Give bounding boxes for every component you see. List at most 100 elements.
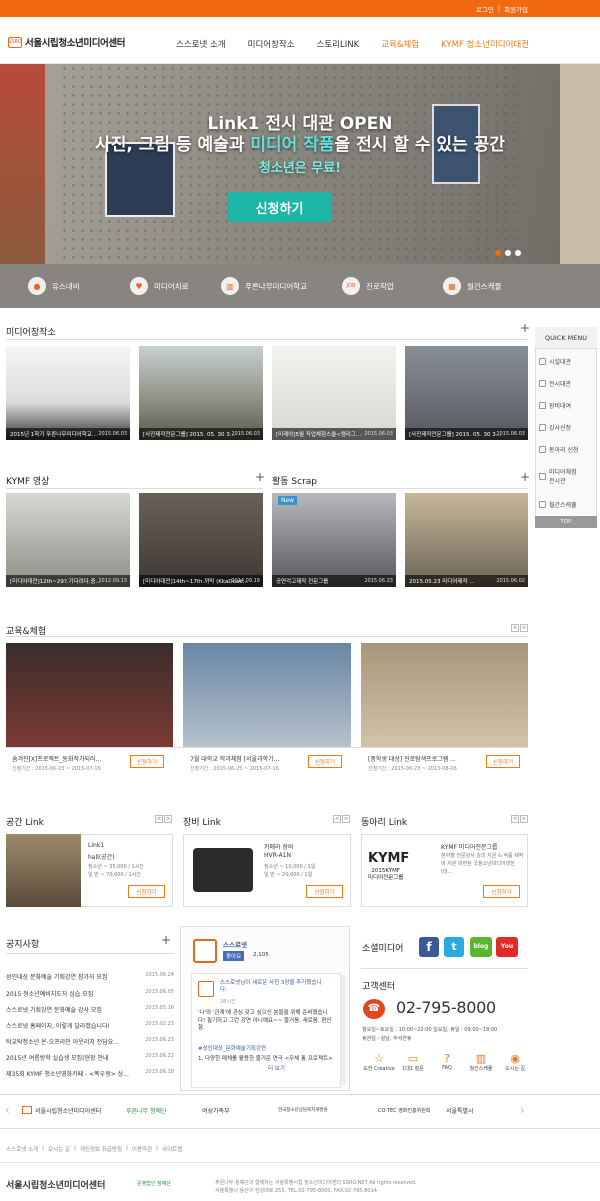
notice-row[interactable]: 스스로넷 기획강연 문화예술 강사 모집 2015.05.16 — [6, 1005, 174, 1014]
notice-row[interactable]: 제35회 KYMF 청소년영화카페 - <폭우왕> 상... 2015.06.18 — [6, 1069, 174, 1078]
qna-link[interactable]: ▭ 1대1 질문 — [396, 1052, 430, 1072]
education-item-title-1[interactable]: 숨겨진[X]프로젝트_동화작가되러... — [12, 754, 130, 763]
education-next[interactable]: > — [520, 624, 528, 632]
space-link-apply[interactable]: 신청하기 — [128, 885, 165, 898]
media-lab-thumb-4[interactable]: [사진제작전문그룹] 2015. 05. 30 3... 2015.06.03 — [405, 346, 528, 440]
top-links: 로그인 | 회원가입 — [475, 4, 528, 14]
nav-kymf[interactable]: KYMF 청소년미디어대전 — [441, 38, 529, 50]
partner-kyci[interactable]: 한국청소년상담복지개발원 — [278, 1101, 328, 1119]
equip-prev[interactable]: < — [333, 815, 341, 823]
nav-about[interactable]: 스스로넷 소개 — [176, 38, 226, 50]
quick-youth-navi[interactable]: ● 유스내비 — [28, 264, 80, 308]
notice-more[interactable]: + — [161, 933, 171, 947]
education-apply-2[interactable]: 신청하기 — [308, 755, 342, 768]
scrap-thumb-1[interactable]: 공연각고제작 전문그룹 2015.06.23 — [272, 493, 396, 587]
join-link[interactable]: 회원가입 — [504, 4, 528, 14]
education-thumb-1[interactable] — [6, 643, 173, 747]
education-item-title-3[interactable]: [중학생 대상] 진로탐색프로그램 ... — [368, 754, 486, 763]
facebook-icon[interactable]: f — [419, 937, 439, 957]
notice-row[interactable]: 2015 청소년예비지도자 심습 모집 2015.06.05 — [6, 989, 174, 998]
partners-next-icon[interactable]: › — [520, 1103, 525, 1117]
site-logo[interactable]: SSRO 서울시립청소년미디어센터 — [8, 35, 125, 49]
quick-career[interactable]: JOB 진로직업 — [342, 264, 394, 308]
kymf-thumb-1[interactable]: [미디어대전]12th~29?.기다려다.중... 2012.09.13 — [6, 493, 130, 587]
quick-media-therapy[interactable]: ♥ 미디어치료 — [130, 264, 189, 308]
footer-about[interactable]: 스스로넷 소개 — [6, 1145, 38, 1153]
education-thumb-3[interactable] — [361, 643, 528, 747]
kymf-thumb-2[interactable]: [미디어대전]14th~17th.까막 (KkaDdak... 2014.09.1… — [139, 493, 263, 587]
media-lab-more[interactable]: + — [520, 321, 530, 335]
equip-link-apply[interactable]: 신청하기 — [306, 885, 343, 898]
partners-prev-icon[interactable]: ‹ — [5, 1103, 10, 1117]
club-prev[interactable]: < — [511, 815, 519, 823]
nav-education[interactable]: 교육&체험 — [381, 38, 419, 50]
quick-menu-exhibit[interactable]: 전시대관 — [539, 379, 595, 388]
quick-menu-facility[interactable]: 시설대관 — [539, 357, 595, 366]
education-prev[interactable]: < — [511, 624, 519, 632]
notice-row[interactable]: 탁교탁청소년 온-오프라인 아웃리치 전담요... 2015.06.23 — [6, 1037, 174, 1046]
education-apply-1[interactable]: 신청하기 — [130, 755, 164, 768]
nav-media-lab[interactable]: 미디어창작소 — [248, 38, 295, 50]
schedule-link[interactable]: ▥ 월간스케쥴 — [464, 1052, 498, 1072]
space-next[interactable]: > — [164, 815, 172, 823]
facebook-page-name[interactable]: 스스로넷 — [223, 939, 247, 949]
equip-link-arrows: < > — [333, 815, 350, 823]
club-next[interactable]: > — [520, 815, 528, 823]
quick-menu-instructor[interactable]: 강사신청 — [539, 423, 595, 432]
post-title[interactable]: 스스로넷님이 새로운 사진 3장을 추가했습니다. — [220, 980, 328, 994]
twitter-icon[interactable]: t — [444, 937, 464, 957]
media-lab-thumb-2[interactable]: [사진제작전문그룹] 2015. 05. 30 3... 2015.06.03 — [139, 346, 263, 440]
media-lab-thumb-1[interactable]: 2015년 1학기 푸른나무미디어학교... 2015.06.03 — [6, 346, 130, 440]
login-link[interactable]: 로그인 — [476, 4, 494, 14]
post-tag[interactable]: #성인대상_문화예술기획강연 — [198, 1044, 266, 1052]
quick-schedule[interactable]: ▦ 월간스케쥴 — [443, 264, 502, 308]
partner-mogef[interactable]: 여성가족부 — [202, 1101, 230, 1119]
top-button[interactable]: TOP — [535, 516, 597, 528]
quick-menu-schedule[interactable]: 월간스케쥴 — [539, 500, 595, 509]
education-thumb-2[interactable] — [183, 643, 351, 747]
club-link-apply[interactable]: 신청하기 — [483, 885, 520, 898]
camera-thumb[interactable] — [193, 848, 253, 892]
partner-seoul[interactable]: 서울특별시 — [446, 1101, 474, 1119]
footer-logo[interactable]: 서울시립청소년미디어센터 — [6, 1178, 105, 1191]
quick-menu-media-hall[interactable]: 미디어체험 전시관 — [539, 467, 595, 485]
kymf-more[interactable]: + — [255, 470, 265, 484]
youtube-icon[interactable]: You — [496, 937, 518, 957]
new-badge: New — [278, 496, 298, 505]
media-lab-thumb-3[interactable]: [미래야]5월 직업체험스쿨<캠리그... 2015.06.03 — [272, 346, 396, 440]
footer-privacy[interactable]: 개인정보 취급방침 — [80, 1145, 122, 1153]
slider-dot-2[interactable] — [505, 250, 511, 256]
hero-apply-button[interactable]: 신청하기 — [228, 192, 331, 222]
partner-ssro[interactable]: 서울시립청소년미디어센터 — [22, 1101, 101, 1119]
footer-directions[interactable]: 오시는 길 — [48, 1145, 70, 1153]
education-apply-3[interactable]: 신청하기 — [486, 755, 520, 768]
partner-cotec[interactable]: CO-TEC 영화진흥위원회 — [378, 1101, 430, 1119]
slider-dot-1[interactable] — [495, 250, 501, 256]
education-item-title-2[interactable]: 7월 대학교 학과체험 [서울과학기... — [190, 754, 308, 763]
blog-icon[interactable]: blog — [470, 937, 492, 957]
scrap-thumb-2[interactable]: 2015.05.23 미디어제작 ... 2015.06.02 — [405, 493, 528, 587]
directions-link[interactable]: ◉ 오시는 길 — [498, 1052, 532, 1072]
footer-sitemap[interactable]: 사이트맵 — [162, 1145, 182, 1153]
scrap-more[interactable]: + — [520, 470, 530, 484]
equip-next[interactable]: > — [342, 815, 350, 823]
partner-tree[interactable]: 푸른나무 청예단 — [126, 1101, 167, 1119]
quick-school[interactable]: ▥ 푸른나무미디어학교 — [221, 264, 307, 308]
notice-row[interactable]: 성인대상 문화예술 기획강연 참가자 모집 2015.06.24 — [6, 972, 174, 981]
nav-story-link[interactable]: 스토리LINK — [317, 38, 360, 50]
space-link-thumb[interactable] — [6, 834, 81, 907]
like-button[interactable]: 좋아요 — [223, 951, 245, 961]
kymf-logo[interactable]: KYMF — [368, 851, 409, 866]
creative-link[interactable]: ☆ 도전 Creative — [362, 1052, 396, 1072]
scrollbar[interactable] — [341, 975, 346, 1085]
slider-dot-3[interactable] — [515, 250, 521, 256]
quick-menu-club[interactable]: 동아리 신청 — [539, 445, 595, 454]
space-prev[interactable]: < — [155, 815, 163, 823]
footer-terms[interactable]: 이용약관 — [132, 1145, 152, 1153]
page-avatar[interactable] — [193, 939, 217, 963]
see-more-link[interactable]: 더 보기 — [268, 1064, 285, 1072]
quick-menu-equipment[interactable]: 장비대여 — [539, 401, 595, 410]
faq-link[interactable]: ? FAQ — [430, 1052, 464, 1072]
notice-row[interactable]: 2015년 여름방학 실습생 모집(현장 안내 2015.06.22 — [6, 1053, 174, 1062]
notice-row[interactable]: 스스로넷 홈페이지, 이렇게 달라졌습니다! 2015.02.23 — [6, 1021, 174, 1030]
